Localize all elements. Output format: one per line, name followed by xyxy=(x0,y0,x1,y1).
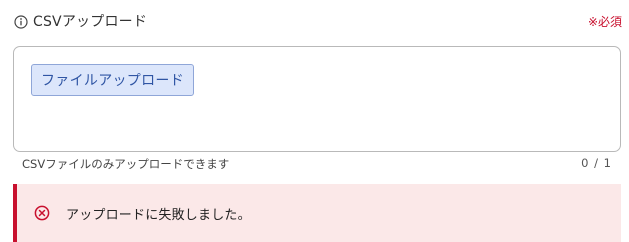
error-alert: アップロードに失敗しました。 xyxy=(13,184,621,242)
error-circle-x-icon xyxy=(34,205,50,221)
file-upload-button[interactable]: ファイルアップロード xyxy=(31,64,194,96)
file-count: 0 / 1 xyxy=(581,156,612,170)
error-message: アップロードに失敗しました。 xyxy=(66,207,251,223)
field-label: CSVアップロード xyxy=(33,14,148,30)
info-icon[interactable] xyxy=(14,14,28,29)
upload-dropzone[interactable]: ファイルアップロード xyxy=(13,46,621,152)
helper-text: CSVファイルのみアップロードできます xyxy=(22,157,230,171)
required-indicator: ※必須 xyxy=(587,15,622,29)
csv-upload-field-header: CSVアップロード ※必須 xyxy=(14,10,622,32)
